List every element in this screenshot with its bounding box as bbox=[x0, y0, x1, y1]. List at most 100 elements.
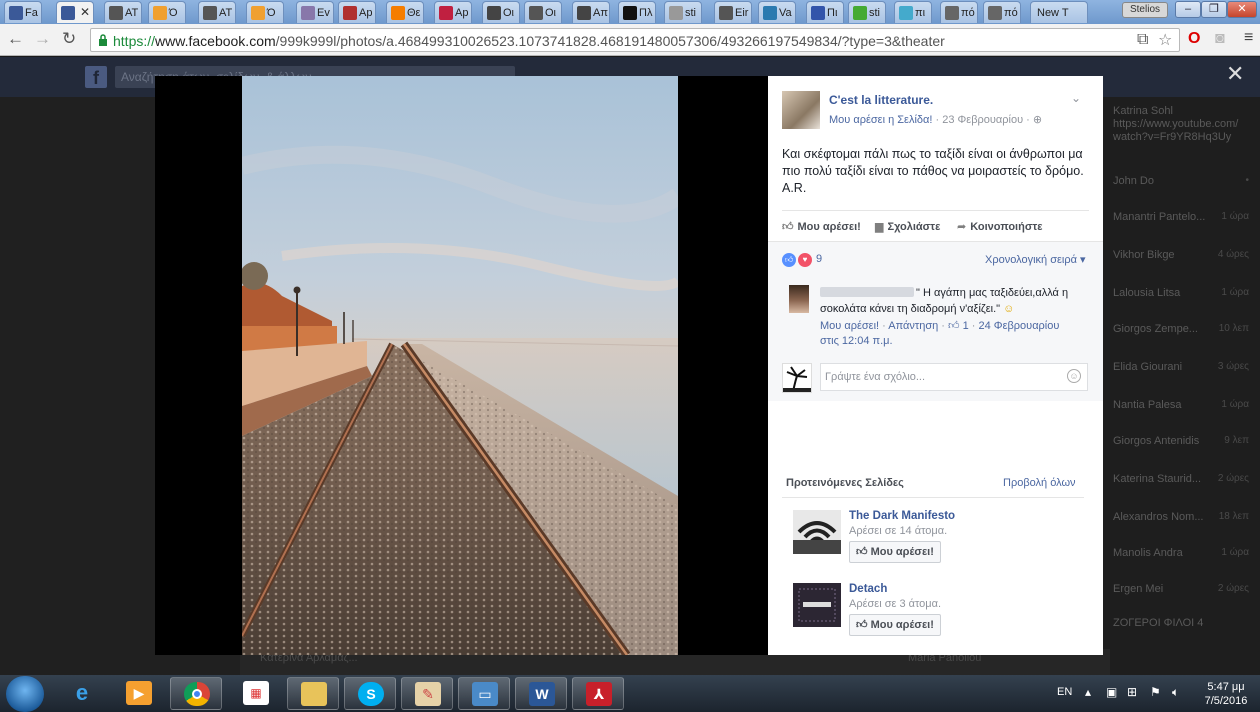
browser-tab[interactable]: Oι bbox=[524, 1, 562, 23]
browser-tab[interactable]: Ev bbox=[296, 1, 334, 23]
browser-tab[interactable]: Ap bbox=[338, 1, 376, 23]
browser-tab[interactable]: Ap bbox=[434, 1, 472, 23]
chat-contact[interactable]: watch?v=Fr9YR8Hq3Uy bbox=[1113, 131, 1253, 151]
emoji-picker-icon[interactable]: ☺ bbox=[1067, 369, 1081, 383]
system-clock[interactable]: 5:47 μμ 7/5/2016 bbox=[1196, 680, 1256, 708]
forward-arrow-icon[interactable]: → bbox=[34, 29, 51, 49]
railway-seaside-photo[interactable] bbox=[242, 76, 678, 655]
browser-tab[interactable]: Ό bbox=[246, 1, 284, 23]
browser-tab[interactable]: πι bbox=[894, 1, 932, 23]
browser-tab[interactable]: Πι bbox=[806, 1, 844, 23]
browser-tab[interactable]: Fa bbox=[4, 1, 42, 23]
volume-icon[interactable]: 🔈︎ bbox=[1172, 685, 1179, 700]
browser-tab[interactable]: πό bbox=[940, 1, 978, 23]
comment-like-link[interactable]: Μου αρέσει! bbox=[820, 320, 879, 332]
sort-dropdown[interactable]: Χρονολογική σειρά ▾ bbox=[985, 253, 1086, 266]
chat-contact[interactable]: ΖΟΓΕΡΟΙ ΦΙΛΟΙ 4 bbox=[1113, 617, 1253, 637]
taskbar-explorer[interactable] bbox=[287, 677, 339, 710]
page-avatar[interactable] bbox=[782, 91, 820, 129]
see-all-link[interactable]: Προβολή όλων bbox=[1003, 477, 1076, 489]
chat-contact[interactable]: John Do • bbox=[1113, 175, 1253, 195]
browser-tab[interactable]: Oι bbox=[482, 1, 520, 23]
language-indicator[interactable]: EN bbox=[1057, 686, 1072, 698]
close-window-button[interactable]: ✕ bbox=[1227, 1, 1257, 18]
menu-icon[interactable]: ≡ bbox=[1244, 29, 1253, 47]
browser-tab[interactable]: New T bbox=[1030, 1, 1088, 23]
browser-tab[interactable]: Απ bbox=[572, 1, 610, 23]
browser-tab[interactable]: Θε bbox=[386, 1, 424, 23]
back-arrow-icon[interactable]: ← bbox=[7, 29, 24, 49]
comment-like-count[interactable]: 👍︎ 1 bbox=[948, 320, 969, 332]
chat-contact[interactable]: Giorgos Antenidis 9 λεπ bbox=[1113, 435, 1253, 455]
chat-contact[interactable]: Katerina Staurid... 2 ώρες bbox=[1113, 473, 1253, 493]
taskbar-word[interactable]: W bbox=[515, 677, 567, 710]
detach-thumbnail[interactable] bbox=[793, 583, 841, 627]
minimize-button[interactable]: – bbox=[1175, 1, 1201, 18]
comment-button[interactable]: ▆ Σχολιάστε bbox=[875, 220, 940, 233]
commenter-avatar[interactable] bbox=[789, 285, 809, 313]
suggested-like-button[interactable]: 👍︎ Μου αρέσει! bbox=[849, 541, 941, 563]
action-center-flag-icon[interactable]: ⚑ bbox=[1150, 685, 1161, 699]
comment-time[interactable]: στις 12:04 π.μ. bbox=[820, 335, 893, 347]
suggested-like-button[interactable]: 👍︎ Μου αρέσει! bbox=[849, 614, 941, 636]
chevron-down-icon[interactable]: ⌄ bbox=[1071, 91, 1081, 105]
browser-user-badge[interactable]: Stelios bbox=[1122, 2, 1168, 18]
browser-tab[interactable]: ✕ bbox=[56, 1, 94, 23]
chat-contact[interactable]: Manantri Pantelo... 1 ώρα bbox=[1113, 211, 1253, 231]
chat-contact[interactable]: Lalousia Litsa 1 ώρα bbox=[1113, 287, 1253, 307]
comment-date[interactable]: 24 Φεβρουαρίου bbox=[979, 320, 1060, 332]
bookmark-star-icon[interactable]: ☆ bbox=[1158, 30, 1172, 50]
like-reaction-icon[interactable]: 👍︎ bbox=[782, 253, 796, 267]
browser-tab[interactable]: sti bbox=[848, 1, 886, 23]
facebook-logo-icon[interactable]: f bbox=[85, 66, 107, 88]
chat-contact[interactable]: Vikhor Bikge 4 ώρες bbox=[1113, 249, 1253, 269]
windows-flag-icon[interactable]: ⊞ bbox=[1127, 685, 1137, 699]
dark-manifesto-thumbnail[interactable] bbox=[793, 510, 841, 554]
translate-icon[interactable]: ⧉ bbox=[1137, 31, 1148, 49]
post-date[interactable]: 23 Φεβρουαρίου bbox=[942, 114, 1023, 126]
browser-tab[interactable]: AT bbox=[104, 1, 142, 23]
chat-contact[interactable]: Alexandros Nom... 18 λεπ bbox=[1113, 511, 1253, 531]
taskbar-chrome[interactable] bbox=[170, 677, 222, 710]
taskbar-photos[interactable]: ▭ bbox=[458, 677, 510, 710]
taskbar-skype[interactable]: S bbox=[344, 677, 396, 710]
chat-contact[interactable]: Ergen Mei 2 ώρες bbox=[1113, 583, 1253, 603]
taskbar-acrobat[interactable]: ⅄ bbox=[572, 677, 624, 710]
suggested-page-name[interactable]: Detach bbox=[849, 583, 887, 595]
reload-icon[interactable]: ↻ bbox=[62, 29, 76, 49]
photo-stage[interactable] bbox=[155, 76, 768, 655]
device-icon[interactable]: ▣ bbox=[1106, 685, 1117, 699]
browser-tab[interactable]: Eir bbox=[714, 1, 752, 23]
chat-contact[interactable]: Nantia Palesa 1 ώρα bbox=[1113, 399, 1253, 419]
taskbar-paint[interactable]: ✎ bbox=[401, 677, 453, 710]
like-button[interactable]: 👍︎ Μου αρέσει! bbox=[782, 220, 861, 233]
comment-input[interactable]: Γράψτε ένα σχόλιο... ☺ bbox=[820, 363, 1088, 391]
theater-close-icon[interactable]: ✕ bbox=[1226, 63, 1244, 85]
tray-expand-icon[interactable]: ▴ bbox=[1085, 685, 1091, 699]
maximize-button[interactable]: ❐ bbox=[1201, 1, 1227, 18]
browser-tab[interactable]: Ό bbox=[148, 1, 186, 23]
browser-tab[interactable]: πό bbox=[983, 1, 1021, 23]
reaction-count[interactable]: 9 bbox=[816, 253, 822, 265]
chat-contact[interactable]: Giorgos Zempe... 10 λεπ bbox=[1113, 323, 1253, 343]
start-button-icon[interactable] bbox=[6, 676, 44, 712]
page-name-link[interactable]: C'est la litterature. bbox=[829, 93, 933, 107]
camera-icon[interactable]: ◙ bbox=[1215, 30, 1225, 48]
browser-tab[interactable]: Va bbox=[758, 1, 796, 23]
chat-contact[interactable]: Manolis Andra 1 ώρα bbox=[1113, 547, 1253, 567]
browser-tab[interactable]: AT bbox=[198, 1, 236, 23]
browser-tab[interactable]: Πλ bbox=[618, 1, 656, 23]
taskbar-ie[interactable]: e bbox=[56, 677, 108, 710]
tab-close-icon[interactable]: ✕ bbox=[80, 5, 90, 19]
page-liked-link[interactable]: Μου αρέσει η Σελίδα! bbox=[829, 114, 932, 126]
browser-tab[interactable]: sti bbox=[664, 1, 702, 23]
chat-contact[interactable]: Elida Giourani 3 ώρες bbox=[1113, 361, 1253, 381]
address-bar[interactable]: https://www.facebook.com/999k999l/photos… bbox=[90, 28, 1180, 52]
share-button[interactable]: ➦ Κοινοποιήστε bbox=[957, 220, 1042, 233]
suggested-page-name[interactable]: The Dark Manifesto bbox=[849, 510, 955, 522]
love-reaction-icon[interactable]: ♥ bbox=[798, 253, 812, 267]
taskbar-apps[interactable]: ▦ bbox=[230, 677, 282, 710]
opera-icon[interactable]: O bbox=[1188, 30, 1200, 48]
taskbar-media-player[interactable]: ▶ bbox=[113, 677, 165, 710]
comment-reply-link[interactable]: Απάντηση bbox=[888, 320, 938, 332]
